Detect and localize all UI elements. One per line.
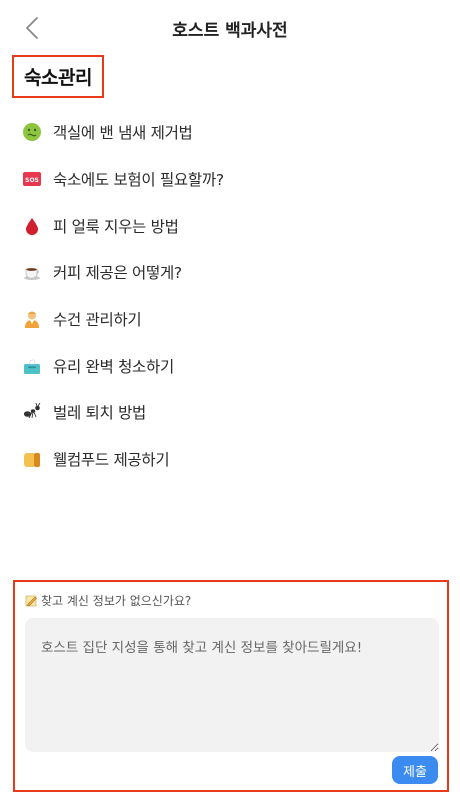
- topic-item-welcome-food[interactable]: 웰컴푸드 제공하기: [22, 444, 170, 474]
- submit-button[interactable]: 제출: [392, 756, 438, 784]
- topic-item-insect-removal[interactable]: 벌레 퇴치 방법: [22, 397, 146, 427]
- sos-icon: SOS: [22, 169, 42, 189]
- topic-item-coffee[interactable]: 커피 제공은 어떻게?: [22, 257, 182, 287]
- topic-item-towel[interactable]: 수건 관리하기: [22, 304, 142, 334]
- topic-label: 커피 제공은 어떻게?: [53, 264, 182, 282]
- coffee-icon: [22, 262, 42, 282]
- section-title: 숙소관리: [24, 67, 92, 89]
- blood-drop-icon: [22, 216, 42, 236]
- bread-icon: [22, 449, 42, 469]
- topic-item-blood-stain[interactable]: 피 얼룩 지우는 방법: [22, 211, 179, 241]
- topic-label: 수건 관리하기: [53, 311, 142, 329]
- page-title: 호스트 백과사전: [172, 21, 288, 41]
- topic-label: 웰컴푸드 제공하기: [53, 451, 170, 469]
- topic-item-glass-cleaning[interactable]: 유리 완벽 청소하기: [22, 351, 174, 381]
- request-label-row: 찾고 계신 정보가 없으신가요?: [25, 592, 191, 609]
- request-textarea[interactable]: [25, 618, 439, 752]
- section-title-box: 숙소관리: [12, 55, 104, 98]
- header-bar: 호스트 백과사전: [0, 0, 460, 56]
- topic-label: 숙소에도 보험이 필요할까?: [53, 171, 224, 189]
- nauseated-face-icon: [22, 122, 42, 142]
- request-form: 찾고 계신 정보가 없으신가요? 제출: [13, 580, 449, 792]
- svg-text:SOS: SOS: [25, 177, 39, 184]
- request-label: 찾고 계신 정보가 없으신가요?: [41, 594, 192, 608]
- topic-label: 객실에 밴 냄새 제거법: [53, 124, 193, 142]
- person-icon: [22, 309, 42, 329]
- topic-label: 벌레 퇴치 방법: [53, 404, 147, 422]
- memo-icon: [25, 595, 37, 607]
- topic-item-odor-removal[interactable]: 객실에 밴 냄새 제거법: [22, 117, 193, 147]
- tissue-box-icon: [22, 356, 42, 376]
- topic-label: 유리 완벽 청소하기: [53, 358, 174, 376]
- topic-label: 피 얼룩 지우는 방법: [53, 218, 179, 236]
- topic-item-insurance[interactable]: SOS 숙소에도 보험이 필요할까?: [22, 164, 224, 194]
- ant-icon: [22, 402, 42, 422]
